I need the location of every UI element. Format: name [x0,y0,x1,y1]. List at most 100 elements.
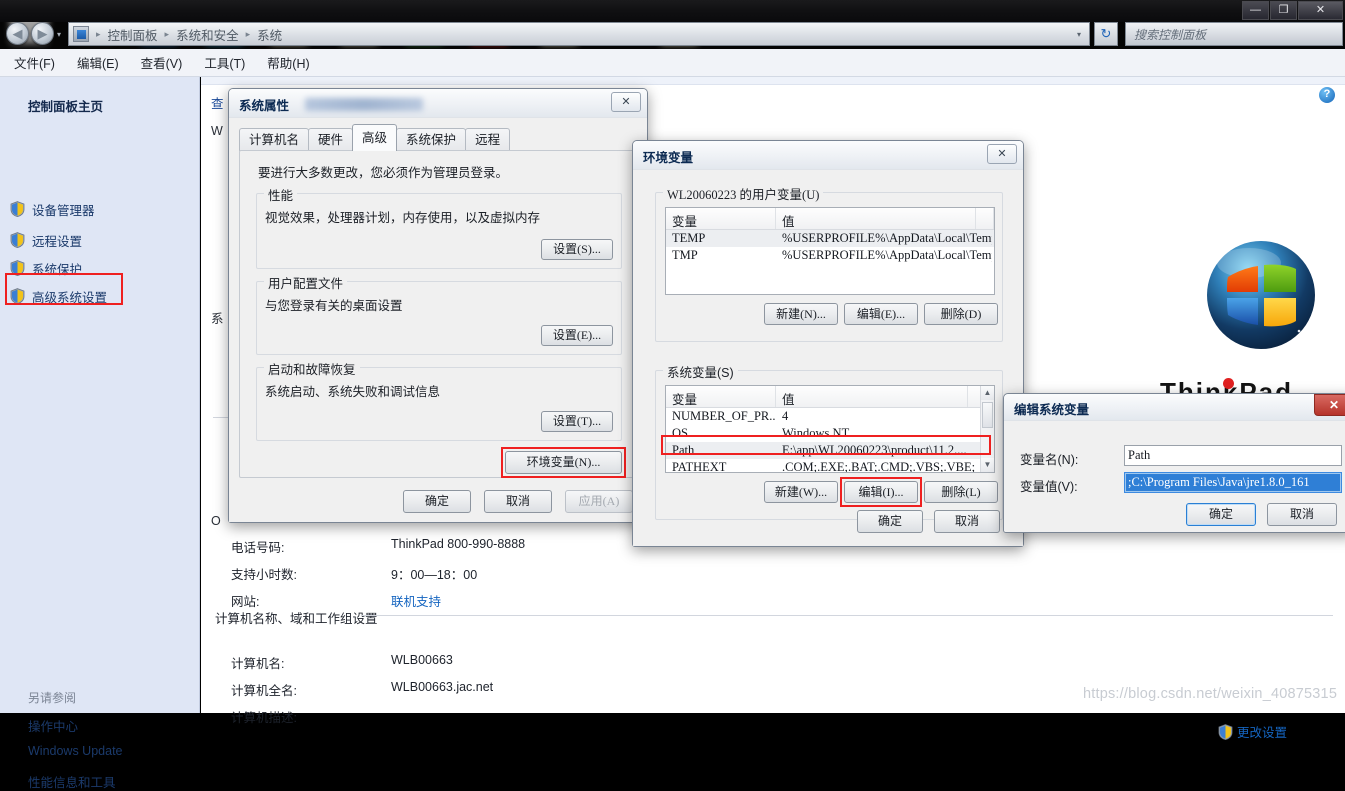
hidden-text-fragment: 查 [211,97,224,111]
system-variables-list[interactable]: 变量 值 NUMBER_OF_PR... 4 OS Windows NT Pat… [665,385,995,473]
variable-value: .COM;.EXE;.BAT;.CMD;.VBS;.VBE; [782,460,976,473]
variable-value-input[interactable]: ;C:\Program Files\Java\jre1.8.0_161 [1124,472,1342,493]
close-icon[interactable]: ✕ [1314,394,1345,416]
support-row-label: 支持小时数: [231,568,297,582]
cancel-button[interactable]: 取消 [1267,503,1337,526]
menu-edit[interactable]: 编辑(E) [77,53,119,72]
scroll-down-icon[interactable]: ▼ [981,458,994,472]
performance-desc: 视觉效果，处理器计划，内存使用，以及虚拟内存 [265,211,541,225]
system-edit-button[interactable]: 编辑(I)... [844,481,918,503]
close-icon[interactable]: ✕ [611,92,641,112]
ok-button[interactable]: 确定 [1186,503,1256,526]
menu-view[interactable]: 查看(V) [141,53,183,72]
environment-variables-button[interactable]: 环境变量(N)... [505,451,622,474]
breadcrumb[interactable]: ▸ 控制面板 ▸ 系统和安全 ▸ 系统 ▾ [68,22,1090,46]
tab-remote[interactable]: 远程 [465,128,511,151]
close-icon[interactable]: ✕ [987,144,1017,164]
variable-name-input[interactable]: Path [1124,445,1342,466]
sidebar-item-remote-settings[interactable]: 远程设置 [10,229,82,251]
variable-name: PATHEXT [672,460,727,473]
breadcrumb-dropdown-icon[interactable]: ▾ [1077,30,1085,39]
breadcrumb-item-0[interactable]: 控制面板 [105,25,161,44]
table-row[interactable]: NUMBER_OF_PR... 4 [666,408,994,425]
sidebar-item-windows-update[interactable]: Windows Update [28,744,123,758]
see-also-heading: 另请参阅 [28,691,77,705]
variable-name: TMP [672,248,698,262]
search-placeholder: 搜索控制面板 [1134,27,1207,42]
support-row-value: ThinkPad 800-990-8888 [391,537,526,551]
dialog-body: WL20060223 的用户变量(U) 变量 值 TEMP %USERPROFI… [633,169,1023,546]
variable-value-label: 变量值(V): [1020,480,1078,494]
menu-tools[interactable]: 工具(T) [204,53,245,72]
variable-value: Windows NT [782,426,850,440]
column-header-variable[interactable]: 变量 [666,208,776,229]
dialog-body: 变量名(N): Path 变量值(V): ;C:\Program Files\J… [1004,420,1345,532]
sidebar-item-label: 设备管理器 [32,203,95,218]
computer-row-label: 计算机全名: [231,684,297,698]
breadcrumb-item-2[interactable]: 系统 [254,25,285,44]
column-header-variable[interactable]: 变量 [666,386,776,407]
ok-button[interactable]: 确定 [857,510,923,533]
variable-value: 4 [782,409,789,423]
startup-recovery-group-label: 启动和故障恢复 [264,359,360,378]
forward-button[interactable]: ▶ [31,22,54,45]
tab-system-protection[interactable]: 系统保护 [396,128,467,151]
user-delete-button[interactable]: 删除(D) [924,303,998,325]
scroll-up-icon[interactable]: ▲ [981,386,994,400]
table-row[interactable]: PATHEXT .COM;.EXE;.BAT;.CMD;.VBS;.VBE; [666,459,994,473]
search-input[interactable]: 搜索控制面板 [1125,22,1343,46]
column-header-value[interactable]: 值 [776,208,976,229]
tab-strip: 计算机名 硬件 高级 系统保护 远程 [239,124,511,151]
startup-recovery-desc: 系统启动、系统失败和调试信息 [265,385,441,399]
dialog-titlebar: 环境变量 ✕ [633,141,1023,169]
sidebar-item-label: 远程设置 [32,234,83,249]
help-icon[interactable]: ? [1319,87,1335,103]
change-settings-link[interactable]: 更改设置 [1218,722,1287,741]
breadcrumb-separator-icon: ▸ [245,28,251,39]
list-header: 变量 值 [666,208,994,230]
startup-recovery-settings-button[interactable]: 设置(T)... [541,411,613,432]
user-variables-list[interactable]: 变量 值 TEMP %USERPROFILE%\AppData\Local\Te… [665,207,995,295]
tab-advanced[interactable]: 高级 [352,124,398,151]
dialog-title: 环境变量 [643,151,694,165]
variable-name: OS [672,426,688,440]
cancel-button[interactable]: 取消 [484,490,552,513]
menu-file[interactable]: 文件(F) [14,53,55,72]
tab-hardware[interactable]: 硬件 [308,128,354,151]
refresh-icon[interactable]: ↻ [1094,22,1118,46]
cancel-button[interactable]: 取消 [934,510,1000,533]
variable-value: %USERPROFILE%\AppData\Local\Temp [782,248,992,262]
performance-settings-button[interactable]: 设置(S)... [541,239,613,260]
chevron-down-icon[interactable]: ▾ [57,30,65,39]
list-scrollbar[interactable]: ▲ ▼ [980,386,994,472]
sidebar-item-control-panel-home[interactable]: 控制面板主页 [28,96,103,115]
table-row[interactable]: OS Windows NT [666,425,994,442]
column-header-value[interactable]: 值 [776,386,968,407]
user-edit-button[interactable]: 编辑(E)... [844,303,918,325]
user-profiles-settings-button[interactable]: 设置(E)... [541,325,613,346]
back-button[interactable]: ◀ [6,22,29,45]
menu-help[interactable]: 帮助(H) [267,53,309,72]
shield-icon [10,232,25,248]
scrollbar-thumb[interactable] [982,402,993,428]
breadcrumb-separator-icon: ▸ [96,28,101,39]
list-header: 变量 值 [666,386,994,408]
online-support-link[interactable]: 联机支持 [391,591,441,610]
sidebar-item-action-center[interactable]: 操作中心 [28,716,78,735]
ok-button[interactable]: 确定 [403,490,471,513]
system-new-button[interactable]: 新建(W)... [764,481,838,503]
user-new-button[interactable]: 新建(N)... [764,303,838,325]
content-top-strip [201,77,1345,85]
table-row[interactable]: TEMP %USERPROFILE%\AppData\Local\Temp [666,230,994,247]
sidebar-item-performance-tools[interactable]: 性能信息和工具 [28,772,116,791]
system-properties-dialog: 系统属性 ✕ 计算机名 硬件 高级 系统保护 远程 要进行大多数更改，您必须作为… [228,88,648,523]
breadcrumb-item-1[interactable]: 系统和安全 [173,25,242,44]
system-delete-button[interactable]: 删除(L) [924,481,998,503]
tab-computer-name[interactable]: 计算机名 [239,128,310,151]
table-row[interactable]: Path E:\app\WL20060223\product\11.2.... [666,442,994,459]
variable-value: E:\app\WL20060223\product\11.2.... [782,443,967,457]
user-profiles-group-label: 用户配置文件 [264,273,348,292]
table-row[interactable]: TMP %USERPROFILE%\AppData\Local\Temp [666,247,994,264]
sidebar-item-device-manager[interactable]: 设备管理器 [10,198,95,220]
watermark: https://blog.csdn.net/weixin_40875315 [1083,686,1338,702]
